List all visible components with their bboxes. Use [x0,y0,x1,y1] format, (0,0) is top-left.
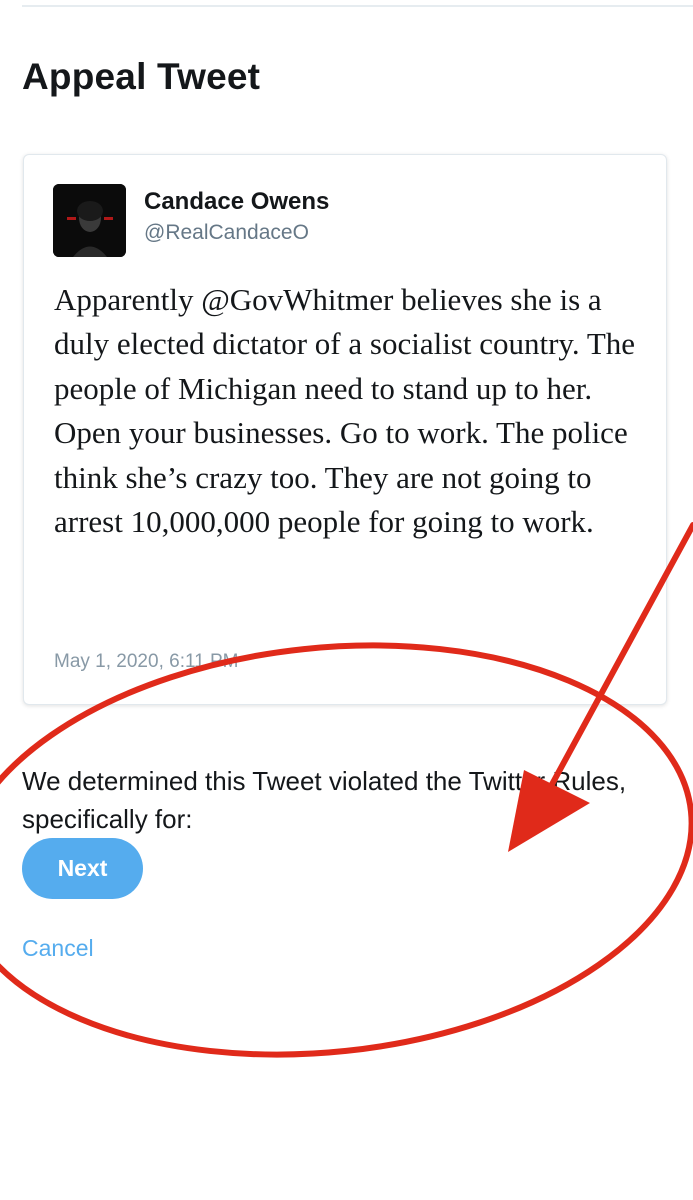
tweet-date: May 1, 2020, 6:11 PM [54,651,239,672]
author-name[interactable]: Candace Owens [144,188,329,216]
author-handle[interactable]: @RealCandaceO [144,221,309,245]
tweet-text: Apparently @GovWhitmer believes she is a… [54,282,636,540]
avatar [53,184,126,257]
violation-message: We determined this Tweet violated the Tw… [22,766,627,834]
page-title: Appeal Tweet [22,56,261,97]
tweet-card: Candace Owens @RealCandaceO Apparently @… [23,154,667,705]
cancel-link[interactable]: Cancel [22,935,94,962]
profile-photo-icon [53,184,126,257]
next-button[interactable]: Next [22,838,143,899]
top-divider [22,5,693,7]
